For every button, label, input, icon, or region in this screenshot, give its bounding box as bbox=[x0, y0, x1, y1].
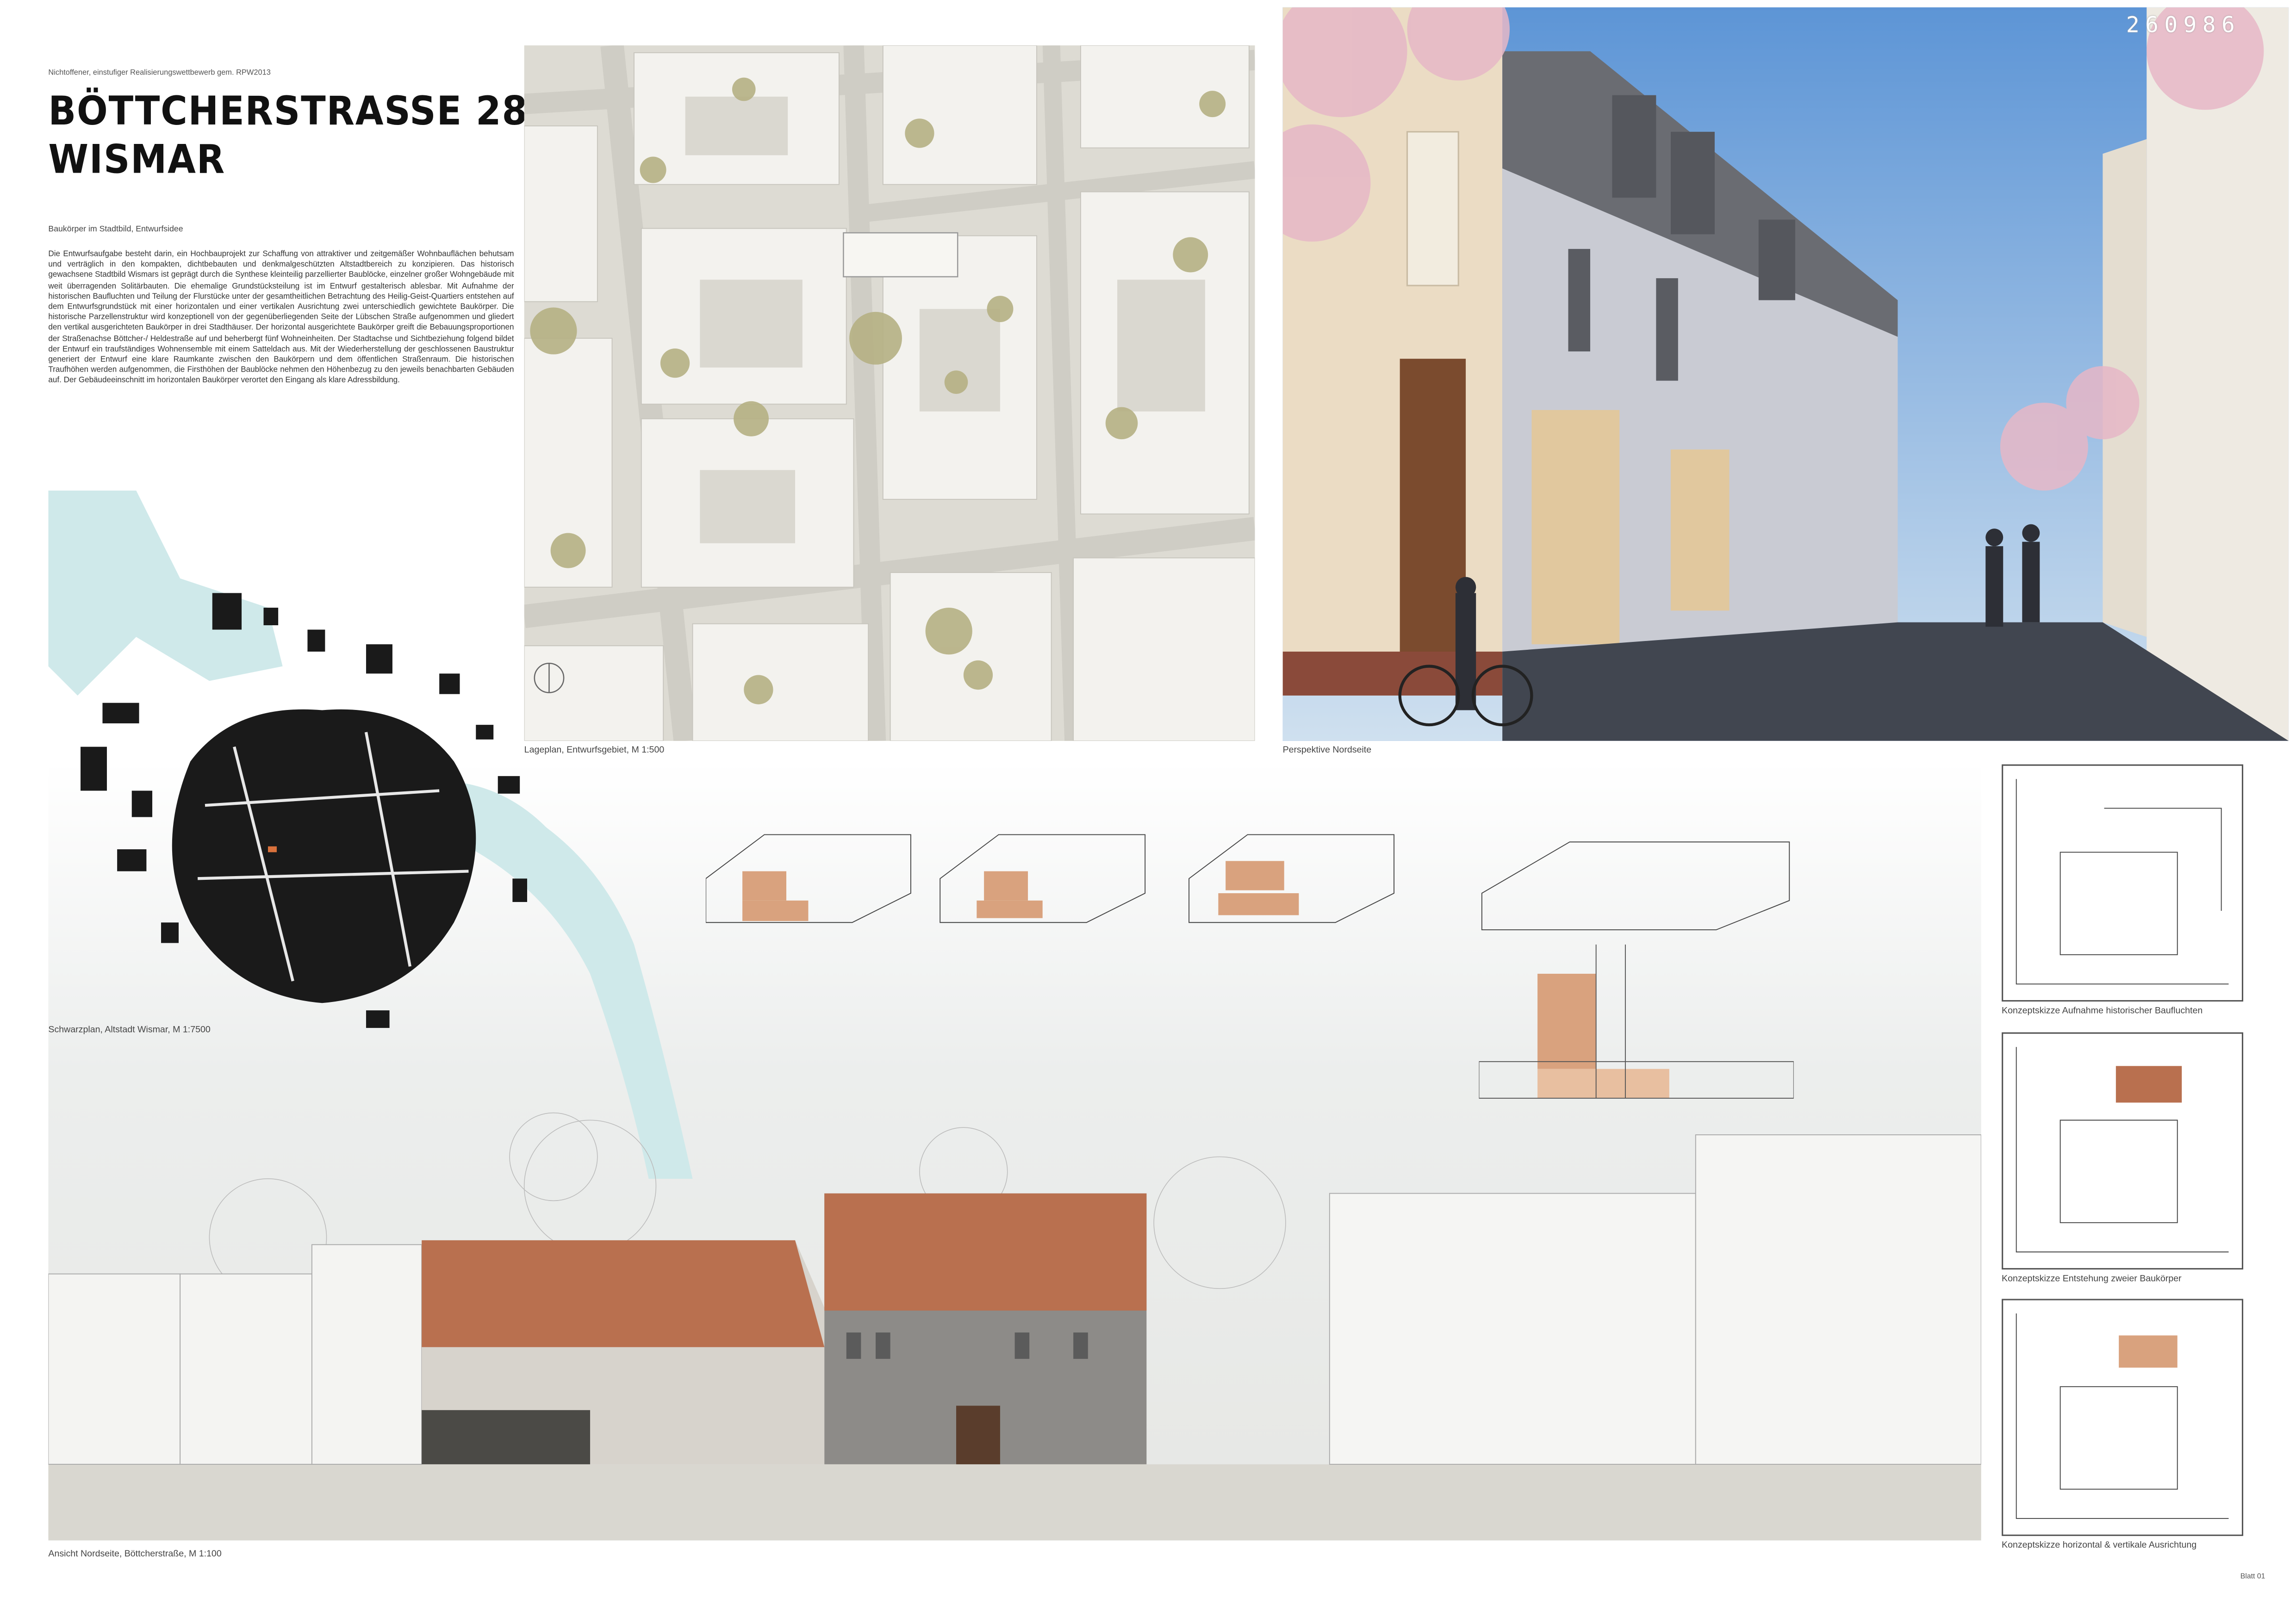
competition-board: Nichtoffener, einstufiger Realisierungsw… bbox=[0, 0, 2296, 1624]
figure-ground-caption: Schwarzplan, Altstadt Wismar, M 1:7500 bbox=[48, 1025, 211, 1035]
concept-1-caption: Konzeptskizze Aufnahme historischer Bauf… bbox=[2002, 1006, 2203, 1016]
perspective-image bbox=[1282, 7, 2289, 741]
sheet-number: Blatt 01 bbox=[2240, 1573, 2265, 1582]
street-elevation bbox=[48, 1112, 1981, 1541]
design-description: Die Entwurfsaufgabe besteht darin, ein H… bbox=[48, 250, 514, 386]
perspective-caption: Perspektive Nordseite bbox=[1282, 745, 1372, 756]
page-title: BÖTTCHERSTRASSE 28-32 WISMAR bbox=[48, 89, 595, 183]
perspective-render bbox=[1282, 7, 2289, 741]
entry-id-number: 260986 bbox=[2126, 12, 2241, 38]
section-subtitle: Baukörper im Stadtbild, Entwurfsidee bbox=[48, 225, 183, 235]
concept-sketch-2 bbox=[2002, 1032, 2244, 1270]
concept-sketch-3 bbox=[2002, 1299, 2244, 1536]
entrance-recess bbox=[422, 1410, 591, 1464]
figure-ground-plan bbox=[81, 593, 528, 1028]
elevation-caption: Ansicht Nordseite, Böttcherstraße, M 1:1… bbox=[48, 1549, 222, 1560]
competition-note: Nichtoffener, einstufiger Realisierungsw… bbox=[48, 68, 271, 78]
project-site-marker bbox=[268, 846, 277, 852]
concept-sketch-1 bbox=[2002, 764, 2244, 1002]
concept-2-caption: Konzeptskizze Entstehung zweier Baukörpe… bbox=[2002, 1274, 2182, 1284]
concept-3-caption: Konzeptskizze horizontal & vertikale Aus… bbox=[2002, 1540, 2197, 1551]
massing-elevation-diagram bbox=[1479, 944, 1794, 1099]
